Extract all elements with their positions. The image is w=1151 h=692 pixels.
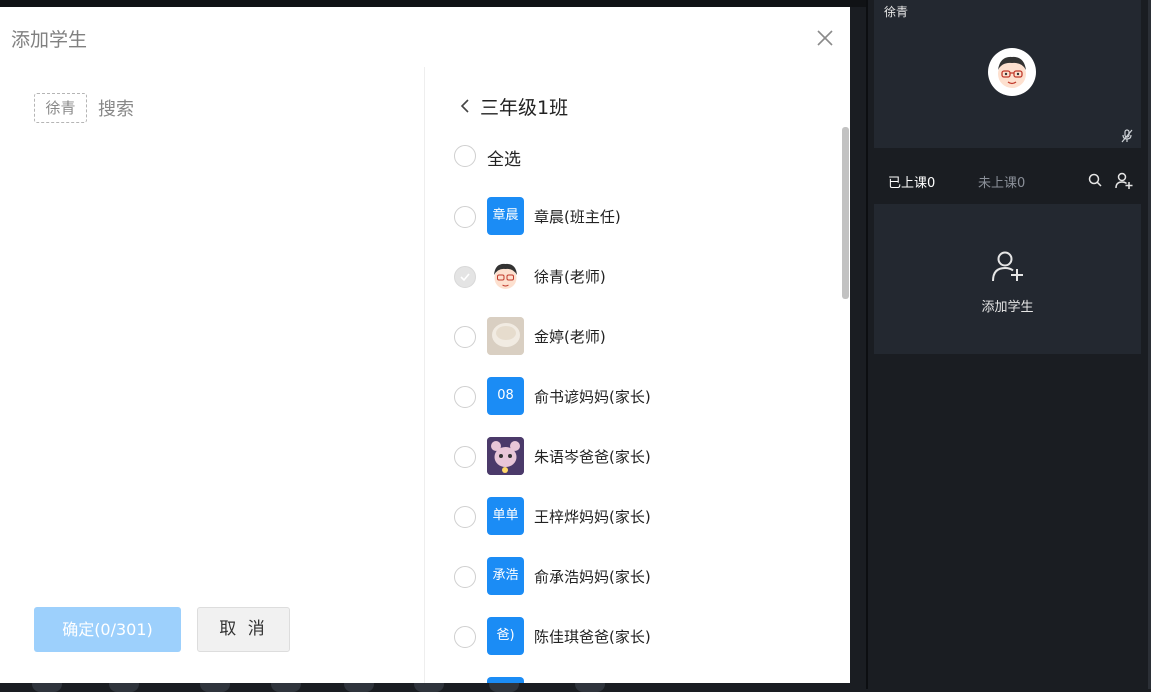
member-checkbox[interactable]: [454, 626, 476, 648]
avatar: 承浩: [487, 557, 524, 595]
cancel-button[interactable]: 取 消: [197, 607, 290, 652]
list-item[interactable]: 章晨 章晨(班主任): [454, 197, 834, 237]
member-list: 全选 章晨 章晨(班主任) 徐青(老师) 金婷(老师) 08 俞书谚妈妈(家长)…: [454, 125, 834, 683]
selected-member-chip[interactable]: 徐青: [34, 93, 87, 123]
member-name: 朱语岑爸爸(家长): [534, 448, 651, 466]
photo-avatar: [487, 317, 524, 355]
member-name: 章晨(班主任): [534, 208, 621, 226]
mic-muted-icon: [1120, 128, 1134, 147]
cartoon-avatar-icon: [988, 48, 1036, 96]
chevron-left-icon: [460, 98, 470, 118]
avatar: 单单: [487, 497, 524, 535]
list-item[interactable]: 单单 王梓烨妈妈(家长): [454, 497, 834, 537]
list-item[interactable]: 朱语岑爸爸(家长): [454, 437, 834, 477]
select-all-label: 全选: [487, 150, 521, 170]
list-item[interactable]: 徐青(老师): [454, 257, 834, 297]
top-bar: [0, 0, 868, 7]
search-input[interactable]: [98, 97, 398, 121]
participant-panel: 徐青 已上课0 未上课0 添加学生: [868, 0, 1151, 689]
member-name: 金婷(老师): [534, 328, 606, 346]
member-checkbox[interactable]: [454, 566, 476, 588]
list-item[interactable]: 08 俞书谚妈妈(家长): [454, 377, 834, 417]
add-user-icon: [991, 249, 1025, 287]
member-name: 徐青(老师): [534, 268, 606, 286]
dialog-title: 添加学生: [11, 29, 88, 51]
add-student-card[interactable]: 添加学生: [874, 204, 1141, 354]
member-name: 陈佳琪爸爸(家长): [534, 628, 651, 646]
select-all-checkbox[interactable]: [454, 145, 476, 167]
class-name: 三年级1班: [480, 97, 569, 119]
avatar: 08: [487, 377, 524, 415]
tab-attended[interactable]: 已上课0: [888, 172, 935, 191]
pane-divider: [424, 67, 425, 683]
video-tile[interactable]: 徐青: [874, 0, 1141, 148]
avatar: 章晨: [487, 197, 524, 235]
video-tile-name: 徐青: [884, 5, 909, 19]
attendance-tabs: 已上课0 未上课0: [888, 172, 1138, 192]
add-user-icon[interactable]: [1115, 172, 1133, 194]
avatar: 爸): [487, 617, 524, 655]
photo-avatar: [487, 437, 524, 475]
select-all-row[interactable]: 全选: [454, 145, 834, 175]
member-checkbox[interactable]: [454, 386, 476, 408]
member-name: 俞书谚妈妈(家长): [534, 388, 651, 406]
tab-not-attended[interactable]: 未上课0: [978, 172, 1025, 191]
list-item[interactable]: 承浩 俞承浩妈妈(家长): [454, 557, 834, 597]
member-checkbox[interactable]: [454, 446, 476, 468]
search-icon[interactable]: [1088, 173, 1102, 191]
list-item[interactable]: 金婷(老师): [454, 317, 834, 357]
list-scrollbar[interactable]: [842, 127, 849, 299]
avatar: [487, 677, 524, 683]
member-name: 俞承浩妈妈(家长): [534, 568, 651, 586]
add-student-label: 添加学生: [981, 300, 1034, 315]
member-checkbox[interactable]: [454, 206, 476, 228]
cartoon-avatar-icon: [487, 257, 524, 295]
close-icon[interactable]: [815, 28, 835, 48]
member-checkbox-checked[interactable]: [454, 266, 476, 288]
member-name: 王梓烨妈妈(家长): [534, 508, 651, 526]
member-checkbox[interactable]: [454, 506, 476, 528]
member-checkbox[interactable]: [454, 326, 476, 348]
list-item[interactable]: [454, 677, 834, 683]
list-item[interactable]: 爸) 陈佳琪爸爸(家长): [454, 617, 834, 657]
add-student-dialog: 添加学生 徐青 确定(0/301) 取 消 三年级1班 全选 章晨 章晨(班主任…: [0, 7, 850, 683]
confirm-button[interactable]: 确定(0/301): [34, 607, 181, 652]
